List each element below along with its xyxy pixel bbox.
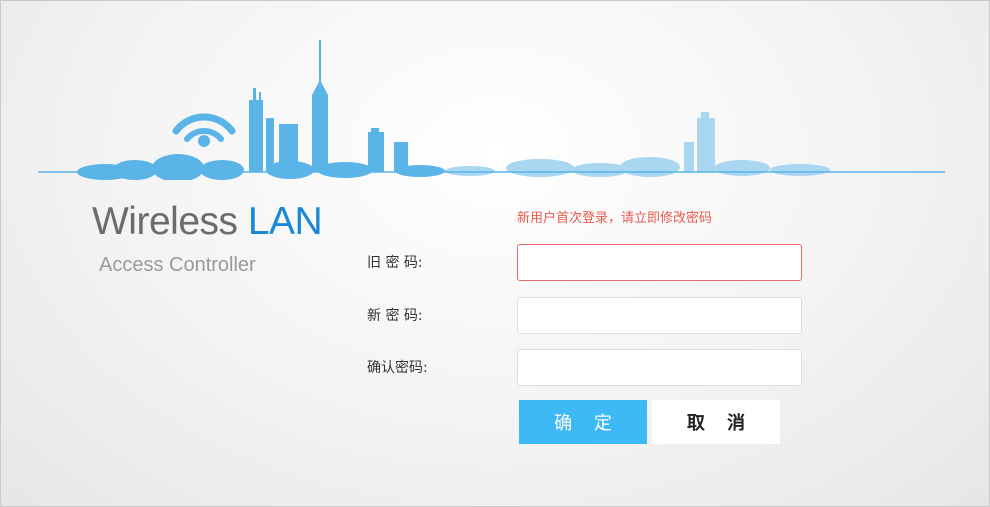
brand-title: Wireless LAN (92, 200, 323, 244)
confirm-password-input[interactable] (517, 349, 802, 386)
brand-subtitle: Access Controller (99, 254, 256, 276)
wifi-icon (172, 113, 236, 147)
brand-title-main: Wireless (92, 200, 238, 243)
old-password-input[interactable] (517, 244, 802, 281)
first-login-notice: 新用户首次登录，请立即修改密码 (517, 211, 713, 226)
buildings-left (249, 40, 408, 172)
clouds-right (445, 157, 830, 177)
new-password-label: 新 密 码: (367, 308, 423, 324)
confirm-password-label: 确认密码: (367, 360, 428, 376)
confirm-button[interactable]: 确 定 (519, 400, 647, 444)
city-skyline-illustration (38, 40, 945, 180)
old-password-label: 旧 密 码: (367, 255, 423, 271)
new-password-input[interactable] (517, 297, 802, 334)
cancel-button[interactable]: 取 消 (652, 400, 780, 444)
buildings-right (684, 112, 715, 172)
brand-title-accent: LAN (247, 200, 323, 243)
